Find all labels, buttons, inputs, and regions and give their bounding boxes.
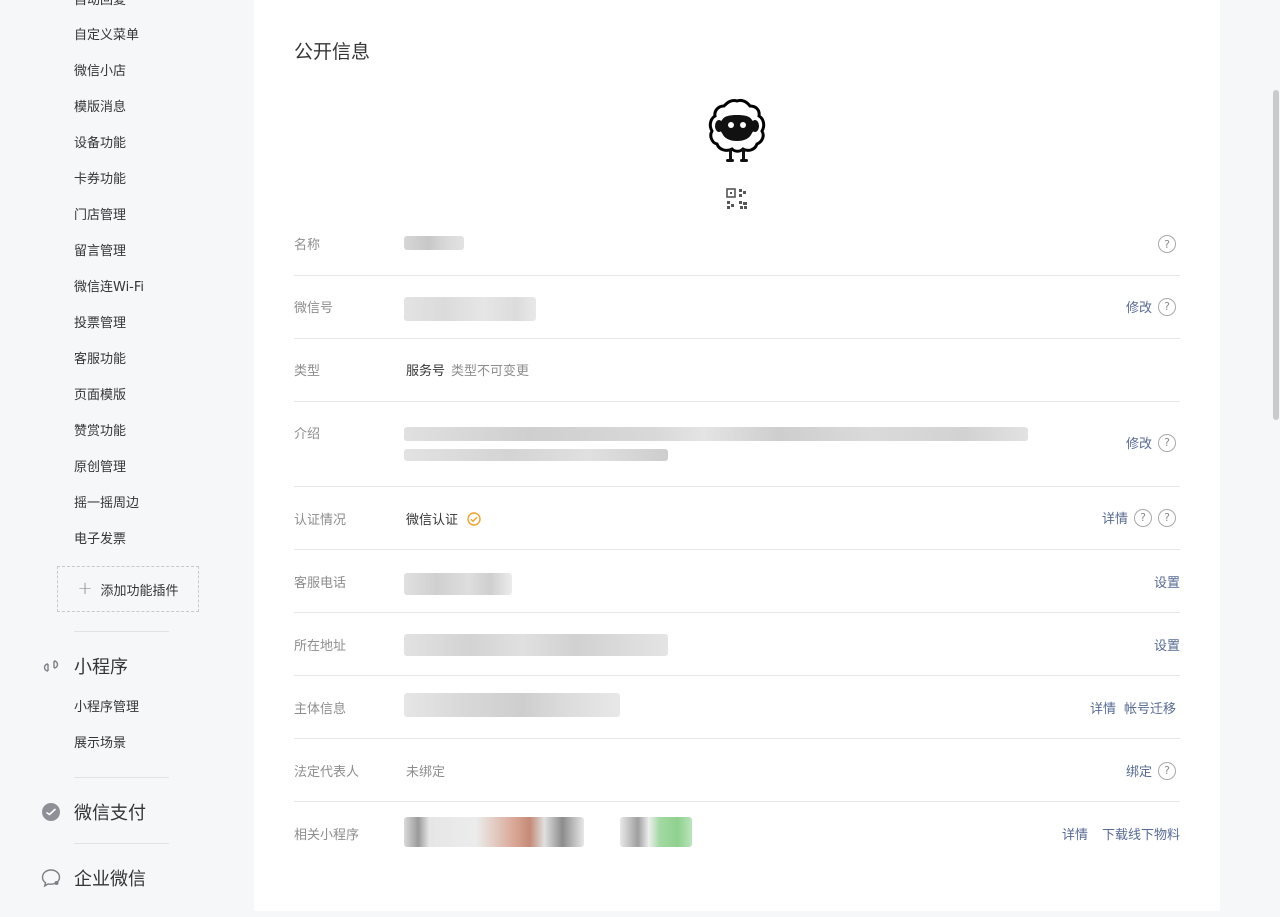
page-scrollbar[interactable] bbox=[1273, 90, 1279, 420]
row-label: 介绍 bbox=[294, 427, 321, 442]
row-label: 名称 bbox=[294, 238, 321, 253]
verification-detail-link[interactable]: 详情 bbox=[1102, 508, 1128, 527]
wechat-pay-title: 微信支付 bbox=[74, 803, 146, 824]
download-offline-materials-link[interactable]: 下载线下物料 bbox=[1102, 824, 1180, 843]
link-icon bbox=[40, 655, 62, 677]
plus-icon: + bbox=[77, 578, 93, 599]
help-icon[interactable]: ? bbox=[1158, 433, 1176, 452]
sidebar-item-wifi[interactable]: 微信连Wi-Fi bbox=[74, 279, 144, 297]
row-divider bbox=[294, 486, 1180, 487]
row-label: 所在地址 bbox=[294, 639, 347, 654]
row-label: 认证情况 bbox=[294, 513, 347, 528]
account-type-value: 服务号 bbox=[406, 364, 446, 379]
mini-program-detail-link[interactable]: 详情 bbox=[1062, 824, 1088, 843]
help-icon[interactable]: ? bbox=[1158, 297, 1176, 316]
row-divider bbox=[294, 549, 1180, 550]
row-divider bbox=[294, 738, 1180, 739]
redacted-entity bbox=[404, 693, 620, 717]
account-type-note: 类型不可变更 bbox=[451, 364, 530, 379]
divider bbox=[74, 631, 169, 632]
redacted-phone bbox=[404, 573, 512, 595]
set-phone-link[interactable]: 设置 bbox=[1154, 572, 1180, 591]
section-mini-program[interactable]: 小程序 bbox=[40, 653, 128, 679]
sidebar-item-e-invoice[interactable]: 电子发票 bbox=[74, 531, 126, 549]
legal-rep-value: 未绑定 bbox=[406, 765, 446, 780]
row-divider bbox=[294, 612, 1180, 613]
row-label: 客服电话 bbox=[294, 576, 347, 591]
row-divider bbox=[294, 338, 1180, 339]
redacted-mini-program-2 bbox=[620, 817, 692, 847]
help-icon[interactable]: ? bbox=[1134, 508, 1152, 527]
chat-bubble-icon bbox=[40, 867, 62, 889]
row-label: 主体信息 bbox=[294, 702, 347, 717]
bind-legal-rep-link[interactable]: 绑定 bbox=[1126, 761, 1152, 780]
redacted-intro-line-1 bbox=[404, 427, 1028, 441]
work-wechat-title: 企业微信 bbox=[74, 869, 146, 890]
help-icon[interactable]: ? bbox=[1158, 235, 1176, 253]
modify-wechat-id-link[interactable]: 修改 bbox=[1126, 297, 1152, 316]
section-wechat-pay[interactable]: 微信支付 bbox=[40, 799, 146, 825]
row-label: 相关小程序 bbox=[294, 828, 360, 843]
sidebar-item-custom-menu[interactable]: 自定义菜单 bbox=[74, 27, 139, 45]
help-icon[interactable]: ? bbox=[1158, 508, 1176, 527]
sidebar-item-device[interactable]: 设备功能 bbox=[74, 135, 126, 153]
row-label: 法定代表人 bbox=[294, 765, 360, 780]
sidebar-item-page-templates[interactable]: 页面模版 bbox=[74, 387, 126, 405]
sidebar-item-auto-reply[interactable]: 自动回复 bbox=[74, 0, 126, 10]
sidebar-item-wechat-store[interactable]: 微信小店 bbox=[74, 63, 126, 81]
public-info-card: 公开信息 名称 ? 微信号 修改 ? 类型 服务号 类型不可变更 介绍 修改 ?… bbox=[254, 0, 1220, 911]
row-divider bbox=[294, 675, 1180, 676]
divider bbox=[74, 777, 169, 778]
redacted-intro-line-2 bbox=[404, 449, 668, 461]
sidebar-item-display-scenes[interactable]: 展示场景 bbox=[74, 735, 126, 753]
row-label: 类型 bbox=[294, 364, 321, 379]
redacted-name bbox=[404, 236, 464, 250]
sidebar-item-original[interactable]: 原创管理 bbox=[74, 459, 126, 477]
sidebar-item-customer-service[interactable]: 客服功能 bbox=[74, 351, 126, 369]
entity-detail-link[interactable]: 详情 bbox=[1090, 698, 1116, 717]
sidebar: 自动回复 自定义菜单 微信小店 模版消息 设备功能 卡券功能 门店管理 留言管理… bbox=[0, 0, 254, 917]
qr-code-icon[interactable] bbox=[726, 188, 748, 210]
sidebar-item-stores[interactable]: 门店管理 bbox=[74, 207, 126, 225]
row-label: 微信号 bbox=[294, 301, 334, 316]
redacted-address bbox=[404, 634, 668, 656]
sidebar-item-rewards[interactable]: 赞赏功能 bbox=[74, 423, 126, 441]
sidebar-item-template-msg[interactable]: 模版消息 bbox=[74, 99, 126, 117]
sidebar-item-comments[interactable]: 留言管理 bbox=[74, 243, 126, 261]
row-divider bbox=[294, 801, 1180, 802]
wechat-pay-icon bbox=[40, 801, 62, 823]
account-migration-link[interactable]: 帐号迁移 bbox=[1124, 698, 1176, 717]
sidebar-item-mini-program-manage[interactable]: 小程序管理 bbox=[74, 699, 139, 717]
redacted-mini-program-1 bbox=[404, 817, 584, 847]
help-icon[interactable]: ? bbox=[1158, 761, 1176, 780]
redacted-wechat-id bbox=[404, 297, 536, 321]
verified-badge-icon bbox=[467, 511, 481, 526]
set-address-link[interactable]: 设置 bbox=[1154, 635, 1180, 654]
add-plugin-button[interactable]: + 添加功能插件 bbox=[57, 566, 199, 612]
section-work-wechat[interactable]: 企业微信 bbox=[40, 865, 146, 891]
sidebar-item-coupons[interactable]: 卡券功能 bbox=[74, 171, 126, 189]
mini-program-title: 小程序 bbox=[74, 657, 128, 678]
sidebar-item-votes[interactable]: 投票管理 bbox=[74, 315, 126, 333]
divider bbox=[74, 843, 169, 844]
verification-value: 微信认证 bbox=[406, 513, 459, 528]
sidebar-item-shake[interactable]: 摇一摇周边 bbox=[74, 495, 139, 513]
row-divider bbox=[294, 401, 1180, 402]
page-title: 公开信息 bbox=[294, 41, 371, 63]
row-divider bbox=[294, 275, 1180, 276]
modify-intro-link[interactable]: 修改 bbox=[1126, 433, 1152, 452]
add-plugin-label: 添加功能插件 bbox=[100, 583, 179, 599]
sheep-avatar-icon bbox=[702, 96, 772, 166]
